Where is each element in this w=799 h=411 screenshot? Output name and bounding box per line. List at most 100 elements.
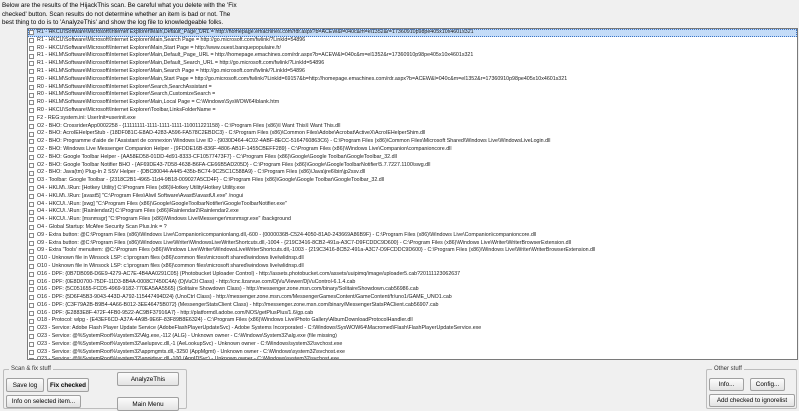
result-row[interactable]: O10 - Unknown file in Winsock LSP: c:\pr… (28, 255, 797, 263)
result-row[interactable]: O16 - DPF: {C3F79A2B-B9B4-4A66-B012-3EE4… (28, 302, 797, 310)
result-checkbox[interactable] (29, 209, 34, 215)
result-row[interactable]: O2 - BHO: Google Toolbar Notifier BHO - … (28, 162, 797, 170)
result-checkbox[interactable] (29, 256, 34, 262)
result-row[interactable]: O2 - BHO: Google Toolbar Helper - {AA58E… (28, 154, 797, 162)
result-checkbox[interactable] (29, 318, 34, 324)
result-row[interactable]: O23 - Service: @%SystemRoot%\system32\ap… (28, 349, 797, 357)
result-row[interactable]: R0 - HKLM\Software\Microsoft\Internet Ex… (28, 84, 797, 92)
result-row[interactable]: O16 - DPF: {0B7DB098-D6E9-4279-AC7E-4B4A… (28, 271, 797, 279)
result-checkbox[interactable] (29, 201, 34, 207)
result-checkbox[interactable] (29, 240, 34, 246)
result-checkbox[interactable] (29, 271, 34, 277)
result-checkbox[interactable] (29, 162, 34, 168)
result-checkbox[interactable] (29, 310, 34, 316)
result-text: R0 - HKLM\Software\Microsoft\Internet Ex… (37, 83, 212, 90)
result-checkbox[interactable] (29, 139, 34, 145)
result-row[interactable]: O2 - BHO: AcroIEHelperStub - {18DF081C-E… (28, 130, 797, 138)
result-checkbox[interactable] (29, 123, 34, 129)
result-checkbox[interactable] (29, 225, 34, 231)
info-on-selected-button[interactable]: Info on selected item... (6, 395, 81, 408)
result-row[interactable]: O4 - Global Startup: McAfee Security Sca… (28, 224, 797, 232)
result-row[interactable]: R1 - HKLM\Software\Microsoft\Internet Ex… (28, 68, 797, 76)
result-row[interactable]: O23 - Service: @%SystemRoot%\system32\ae… (28, 341, 797, 349)
result-checkbox[interactable] (29, 45, 34, 51)
result-checkbox[interactable] (29, 287, 34, 293)
scan-fix-legend: Scan & fix stuff (9, 365, 53, 373)
result-checkbox[interactable] (29, 37, 34, 43)
result-row[interactable]: R0 - HKCU\Software\Microsoft\Internet Ex… (28, 45, 797, 53)
result-row[interactable]: O9 - Extra button: @C:\Program Files (x8… (28, 240, 797, 248)
result-checkbox[interactable] (29, 357, 34, 359)
result-row[interactable]: O23 - Service: @%SystemRoot%\system32\Al… (28, 333, 797, 341)
result-checkbox[interactable] (29, 326, 34, 332)
result-row[interactable]: O2 - BHO: CrossriderApp0002258 - {111111… (28, 123, 797, 131)
results-list[interactable]: R1 - HKCU\Software\Microsoft\Internet Ex… (27, 28, 798, 360)
result-row[interactable]: O10 - Unknown file in Winsock LSP: c:\pr… (28, 263, 797, 271)
result-row[interactable]: O16 - DPF: {5C051655-FCD5-4969-9182-770E… (28, 286, 797, 294)
result-row[interactable]: O4 - HKCU\..\Run: [swg] "C:\Program File… (28, 201, 797, 209)
result-checkbox[interactable] (29, 147, 34, 153)
result-row[interactable]: O3 - Toolbar: Google Toolbar - {2318C2B1… (28, 177, 797, 185)
result-checkbox[interactable] (29, 100, 34, 106)
result-row[interactable]: R0 - HKLM\Software\Microsoft\Internet Ex… (28, 76, 797, 84)
result-row[interactable]: O2 - BHO: Windows Live Messenger Compani… (28, 146, 797, 154)
result-checkbox[interactable] (29, 217, 34, 223)
result-row[interactable]: R0 - HKCU\Software\Microsoft\Internet Ex… (28, 107, 797, 115)
result-row[interactable]: O4 - HKCU\..\Run: [Rainlendar2] C:\Progr… (28, 208, 797, 216)
result-checkbox[interactable] (29, 193, 34, 199)
result-text: O23 - Service: @%SystemRoot%\system32\ae… (37, 340, 343, 347)
result-row[interactable]: O4 - HKLM\..\Run: [Hotkey Utility] C:\Pr… (28, 185, 797, 193)
save-log-button[interactable]: Save log (6, 378, 44, 392)
analyze-this-button[interactable]: AnalyzeThis (117, 372, 179, 386)
result-checkbox[interactable] (29, 248, 34, 254)
result-checkbox[interactable] (29, 170, 34, 176)
result-row[interactable]: O16 - DPF: {E2883E8F-472F-4FB0-9522-AC9B… (28, 310, 797, 318)
result-row[interactable]: O9 - Extra 'Tools' menuitem: @C:\Program… (28, 247, 797, 255)
result-row[interactable]: O2 - BHO: Programme d'aide de l'Assistan… (28, 138, 797, 146)
result-checkbox[interactable] (29, 76, 34, 82)
result-row[interactable]: O9 - Extra button: @C:\Program Files (x8… (28, 232, 797, 240)
result-row[interactable]: O4 - HKLM\..\Run: [avast5] "C:\Program F… (28, 193, 797, 201)
main-menu-button[interactable]: Main Menu (117, 397, 179, 411)
result-checkbox[interactable] (29, 334, 34, 340)
result-row[interactable]: O16 - DPF: {5D6F45B3-9043-443D-A792-1154… (28, 294, 797, 302)
result-checkbox[interactable] (29, 154, 34, 160)
result-row[interactable]: O16 - DPF: {0E8D0700-75DF-11D3-8B4A-0008… (28, 279, 797, 287)
result-checkbox[interactable] (29, 232, 34, 238)
result-checkbox[interactable] (29, 30, 34, 36)
fix-checked-button[interactable]: Fix checked (47, 378, 89, 392)
result-row[interactable]: O23 - Service: Adobe Flash Player Update… (28, 325, 797, 333)
result-row[interactable]: R1 - HKCU\Software\Microsoft\Internet Ex… (28, 29, 797, 37)
result-row[interactable]: O2 - BHO: Java(tm) Plug-In 2 SSV Helper … (28, 169, 797, 177)
result-checkbox[interactable] (29, 178, 34, 184)
result-checkbox[interactable] (29, 69, 34, 75)
result-checkbox[interactable] (29, 264, 34, 270)
result-row[interactable]: O23 - Service: @%SystemRoot%\system32\ap… (28, 356, 797, 359)
result-text: O4 - HKCU\..\Run: [swg] "C:\Program File… (37, 200, 287, 207)
result-checkbox[interactable] (29, 186, 34, 192)
result-checkbox[interactable] (29, 92, 34, 98)
result-row[interactable]: O18 - Protocol: wlpg - {E43EF6CD-A37A-4A… (28, 317, 797, 325)
result-row[interactable]: F2 - REG:system.ini: UserInit=userinit.e… (28, 115, 797, 123)
result-row[interactable]: R1 - HKCU\Software\Microsoft\Internet Ex… (28, 37, 797, 45)
result-row[interactable]: R1 - HKLM\Software\Microsoft\Internet Ex… (28, 60, 797, 68)
result-row[interactable]: R0 - HKLM\Software\Microsoft\Internet Ex… (28, 99, 797, 107)
result-row[interactable]: R1 - HKLM\Software\Microsoft\Internet Ex… (28, 52, 797, 60)
result-checkbox[interactable] (29, 53, 34, 59)
result-checkbox[interactable] (29, 108, 34, 114)
result-row[interactable]: O4 - HKCU\..\Run: [msnmsgr] "C:\Program … (28, 216, 797, 224)
result-checkbox[interactable] (29, 61, 34, 67)
result-row[interactable]: R0 - HKLM\Software\Microsoft\Internet Ex… (28, 91, 797, 99)
result-checkbox[interactable] (29, 115, 34, 121)
info-button[interactable]: Info... (709, 378, 744, 391)
result-checkbox[interactable] (29, 279, 34, 285)
add-checked-ignorelist-button[interactable]: Add checked to ignorelist (709, 394, 795, 407)
result-checkbox[interactable] (29, 131, 34, 137)
result-checkbox[interactable] (29, 295, 34, 301)
result-checkbox[interactable] (29, 84, 34, 90)
result-text: O2 - BHO: Programme d'aide de l'Assistan… (37, 138, 551, 145)
result-checkbox[interactable] (29, 349, 34, 355)
result-checkbox[interactable] (29, 342, 34, 348)
config-button[interactable]: Config... (750, 378, 785, 391)
result-checkbox[interactable] (29, 303, 34, 309)
